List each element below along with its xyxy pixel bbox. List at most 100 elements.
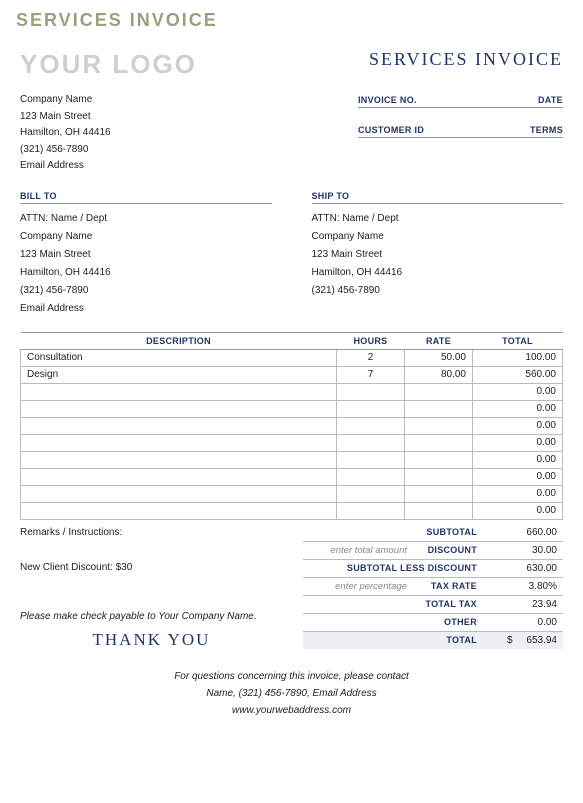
- cell-desc: [21, 383, 337, 400]
- cell-hours: [337, 434, 405, 451]
- less-value: 630.00: [483, 560, 563, 577]
- table-row: Consultation250.00100.00: [21, 349, 563, 366]
- bill-to-header: BILL TO: [20, 191, 272, 204]
- cell-rate: 80.00: [405, 366, 473, 383]
- cell-total: 100.00: [473, 349, 563, 366]
- cell-rate: [405, 468, 473, 485]
- other-label: OTHER: [303, 614, 483, 631]
- col-total: TOTAL: [473, 332, 563, 349]
- cell-desc: [21, 417, 337, 434]
- thank-you: THANK YOU: [20, 630, 303, 650]
- logo-placeholder: YOUR LOGO: [20, 49, 197, 80]
- cell-rate: 50.00: [405, 349, 473, 366]
- cell-hours: [337, 383, 405, 400]
- tax-hint: enter percentage: [303, 578, 413, 595]
- date-label: DATE: [505, 95, 563, 105]
- sender-company: Company Name: [20, 92, 111, 109]
- document-title: SERVICES INVOICE: [369, 49, 563, 70]
- totals-block: SUBTOTAL 660.00 enter total amount DISCO…: [303, 524, 563, 650]
- subtotal-label: SUBTOTAL: [303, 524, 483, 541]
- invoice-no-label: INVOICE NO.: [358, 95, 505, 105]
- ship-to-block: ATTN: Name / Dept Company Name 123 Main …: [312, 210, 564, 300]
- sender-street: 123 Main Street: [20, 109, 111, 126]
- cell-hours: [337, 468, 405, 485]
- table-row: 0.00: [21, 400, 563, 417]
- bill-email: Email Address: [20, 300, 272, 318]
- cell-total: 0.00: [473, 485, 563, 502]
- cell-desc: [21, 485, 337, 502]
- bill-phone: (321) 456-7890: [20, 282, 272, 300]
- bill-street: 123 Main Street: [20, 246, 272, 264]
- footer-line2: Name, (321) 456-7890, Email Address: [20, 685, 563, 702]
- table-row: 0.00: [21, 451, 563, 468]
- ship-city: Hamilton, OH 44416: [312, 264, 564, 282]
- table-row: 0.00: [21, 502, 563, 519]
- cell-total: 0.00: [473, 468, 563, 485]
- discount-label: DISCOUNT: [413, 542, 483, 559]
- bill-company: Company Name: [20, 228, 272, 246]
- cell-hours: [337, 451, 405, 468]
- remarks-note: New Client Discount: $30: [20, 562, 303, 573]
- ship-phone: (321) 456-7890: [312, 282, 564, 300]
- table-row: 0.00: [21, 383, 563, 400]
- line-items-table: DESCRIPTION HOURS RATE TOTAL Consultatio…: [20, 332, 563, 520]
- customer-id-label: CUSTOMER ID: [358, 125, 505, 135]
- total-value: $ 653.94: [483, 632, 563, 649]
- cell-hours: 7: [337, 366, 405, 383]
- cell-total: 0.00: [473, 502, 563, 519]
- cell-total: 560.00: [473, 366, 563, 383]
- discount-hint: enter total amount: [303, 542, 413, 559]
- table-row: 0.00: [21, 485, 563, 502]
- sender-email: Email Address: [20, 158, 111, 175]
- cell-total: 0.00: [473, 434, 563, 451]
- ship-attn: ATTN: Name / Dept: [312, 210, 564, 228]
- cell-desc: [21, 502, 337, 519]
- cell-total: 0.00: [473, 417, 563, 434]
- footer-line3: www.yourwebaddress.com: [20, 702, 563, 719]
- terms-label: TERMS: [505, 125, 563, 135]
- bill-to-block: ATTN: Name / Dept Company Name 123 Main …: [20, 210, 272, 318]
- remarks-label: Remarks / Instructions:: [20, 527, 303, 538]
- cell-total: 0.00: [473, 383, 563, 400]
- sender-phone: (321) 456-7890: [20, 142, 111, 159]
- cell-desc: Design: [21, 366, 337, 383]
- table-row: 0.00: [21, 434, 563, 451]
- cell-hours: [337, 417, 405, 434]
- footer-line1: For questions concerning this invoice, p…: [20, 668, 563, 685]
- bill-city: Hamilton, OH 44416: [20, 264, 272, 282]
- cell-rate: [405, 417, 473, 434]
- bill-attn: ATTN: Name / Dept: [20, 210, 272, 228]
- page-header: SERVICES INVOICE: [0, 0, 583, 49]
- payable-text: Please make check payable to Your Compan…: [20, 611, 303, 622]
- cell-rate: [405, 451, 473, 468]
- cell-hours: [337, 485, 405, 502]
- cell-total: 0.00: [473, 451, 563, 468]
- total-tax-value: 23.94: [483, 596, 563, 613]
- col-description: DESCRIPTION: [21, 332, 337, 349]
- cell-rate: [405, 434, 473, 451]
- total-label: TOTAL: [303, 632, 483, 649]
- cell-desc: Consultation: [21, 349, 337, 366]
- cell-rate: [405, 485, 473, 502]
- table-row: 0.00: [21, 417, 563, 434]
- subtotal-value: 660.00: [483, 524, 563, 541]
- sender-address: Company Name 123 Main Street Hamilton, O…: [20, 92, 111, 175]
- cell-desc: [21, 400, 337, 417]
- total-tax-label: TOTAL TAX: [303, 596, 483, 613]
- cell-total: 0.00: [473, 400, 563, 417]
- cell-rate: [405, 383, 473, 400]
- col-hours: HOURS: [337, 332, 405, 349]
- cell-desc: [21, 434, 337, 451]
- tax-rate-label: TAX RATE: [413, 578, 483, 595]
- other-value: 0.00: [483, 614, 563, 631]
- footer-block: For questions concerning this invoice, p…: [20, 668, 563, 719]
- cell-hours: 2: [337, 349, 405, 366]
- discount-value: 30.00: [483, 542, 563, 559]
- less-label: SUBTOTAL LESS DISCOUNT: [303, 560, 483, 577]
- sender-city: Hamilton, OH 44416: [20, 125, 111, 142]
- ship-company: Company Name: [312, 228, 564, 246]
- cell-hours: [337, 400, 405, 417]
- ship-street: 123 Main Street: [312, 246, 564, 264]
- cell-desc: [21, 451, 337, 468]
- ship-to-header: SHIP TO: [312, 191, 564, 204]
